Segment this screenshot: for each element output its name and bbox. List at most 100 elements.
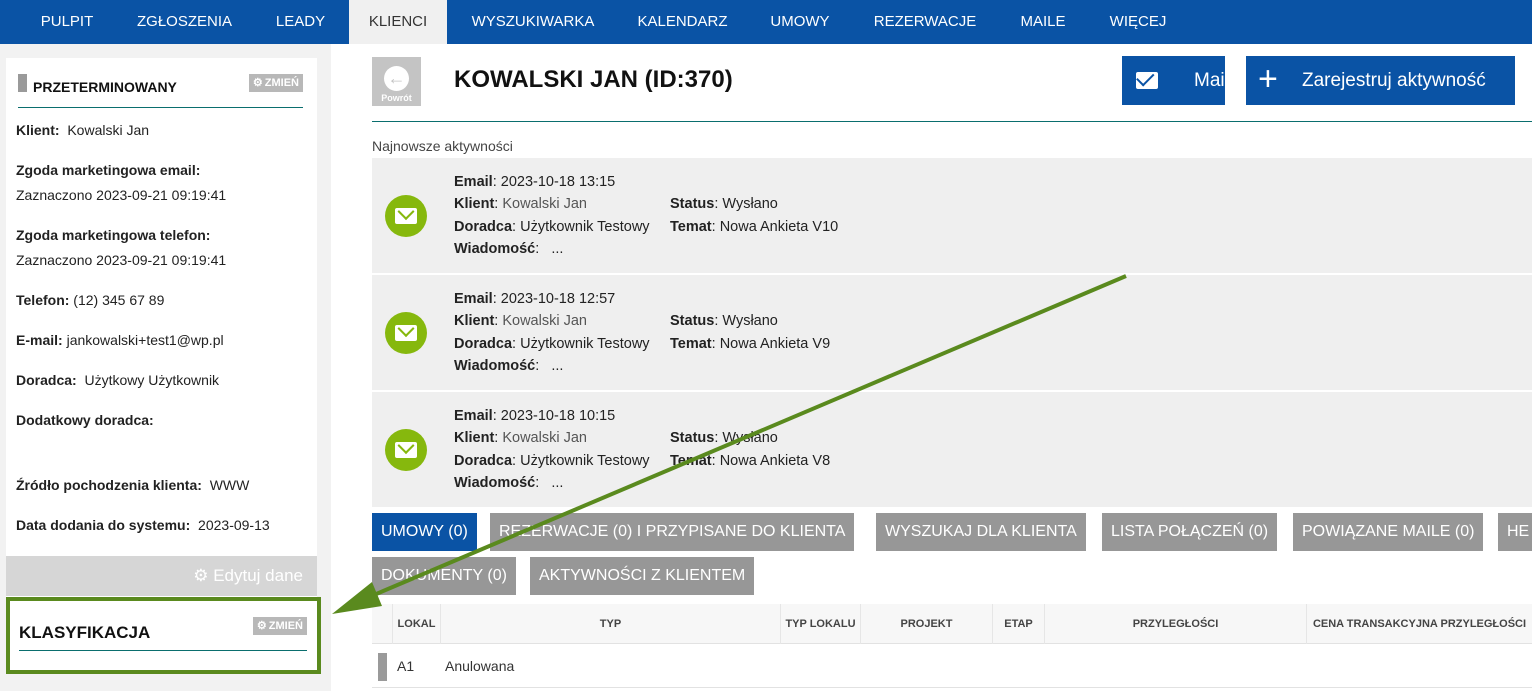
- activity-status-label: Status: [670, 313, 715, 329]
- field-marketing-email-value: Zaznaczono 2023-09-21 09:19:41: [16, 187, 227, 203]
- tab-he[interactable]: HE: [1498, 513, 1532, 551]
- field-value: Użytkowy Użytkownik: [84, 372, 220, 388]
- activity-advisor: Doradca: Użytkownik Testowy: [454, 453, 650, 469]
- field-marketing-phone-value: Zaznaczono 2023-09-21 09:19:41: [16, 252, 227, 268]
- activity-item[interactable]: Email: 2023-10-18 13:15 Klient: Kowalski…: [372, 158, 1532, 273]
- field-email: E-mail: jankowalski+test1@wp.pl: [16, 332, 224, 348]
- tab-aktywnosci[interactable]: AKTYWNOŚCI Z KLIENTEM: [530, 557, 755, 595]
- activity-email-value: 2023-10-18 10:15: [500, 408, 616, 424]
- plus-icon: +: [1258, 60, 1278, 98]
- cell-typ: Anulowana: [445, 658, 515, 674]
- field-client: Klient: Kowalski Jan: [16, 122, 149, 138]
- client-sidebar: PRZETERMINOWANY ⚙ ZMIEŃ Klient: Kowalski …: [0, 44, 331, 691]
- activity-client-label: Klient: [454, 430, 495, 446]
- activity-item[interactable]: Email: 2023-10-18 12:57 Klient: Kowalski…: [372, 275, 1532, 390]
- header-divider: [372, 121, 1532, 122]
- nav-item-wiecej[interactable]: WIĘCEJ: [1094, 0, 1182, 44]
- activity-status-value: Wysłano: [722, 196, 778, 212]
- gear-icon: ⚙: [256, 620, 267, 632]
- nav-item-leady[interactable]: LEADY: [258, 0, 343, 44]
- activity-item[interactable]: Email: 2023-10-18 10:15 Klient: Kowalski…: [372, 392, 1532, 507]
- back-button[interactable]: ← Powrót: [372, 57, 421, 106]
- activity-message-value: ...: [551, 475, 564, 491]
- envelope-icon: [385, 195, 427, 237]
- nav-item-wyszukiwarka[interactable]: WYSZUKIWARKA: [453, 0, 613, 44]
- column-header-projekt[interactable]: PROJEKT: [860, 604, 992, 644]
- klasyfikacja-header: KLASYFIKACJA ⚙ ZMIEŃ: [19, 609, 307, 651]
- column-header-typ-lokalu[interactable]: TYP LOKALU: [780, 604, 860, 644]
- field-additional-advisor: Dodatkowy doradca:: [16, 412, 154, 428]
- activity-message-value: ...: [551, 241, 564, 257]
- activity-advisor: Doradca: Użytkownik Testowy: [454, 219, 650, 235]
- column-header-cena[interactable]: CENA TRANSAKCYJNA PRZYLEGŁOŚCI: [1306, 604, 1532, 644]
- nav-item-rezerwacje[interactable]: REZERWACJE: [856, 0, 994, 44]
- activity-email-label: Email: [454, 174, 493, 190]
- table-row[interactable]: A1 Anulowana: [372, 646, 1532, 688]
- activity-advisor-label: Doradca: [454, 453, 513, 469]
- activity-subject: Temat: Nowa Ankieta V9: [670, 336, 831, 352]
- edit-data-button[interactable]: ⚙ Edytuj dane: [6, 556, 317, 596]
- activity-client-value: Kowalski Jan: [502, 196, 587, 212]
- client-details-card: PRZETERMINOWANY ⚙ ZMIEŃ Klient: Kowalski …: [6, 58, 317, 598]
- field-label: Data dodania do systemu:: [16, 517, 191, 533]
- nav-item-zgloszenia[interactable]: ZGŁOSZENIA: [122, 0, 247, 44]
- activity-client: Klient: Kowalski Jan: [454, 196, 587, 212]
- nav-item-pulpit[interactable]: PULPIT: [22, 0, 112, 44]
- tab-powiazane-maile[interactable]: POWIĄZANE MAILE (0): [1293, 513, 1484, 551]
- activity-message: Wiadomość: ...: [454, 475, 564, 491]
- column-header-lokal[interactable]: LOKAL: [392, 604, 440, 644]
- activity-subject-value: Nowa Ankieta V9: [719, 336, 831, 352]
- tab-umowy[interactable]: UMOWY (0): [372, 513, 477, 551]
- field-phone: Telefon: (12) 345 67 89: [16, 292, 164, 308]
- field-label: Zgoda marketingowa telefon:: [16, 227, 211, 243]
- activity-client-label: Klient: [454, 196, 495, 212]
- activity-subject: Temat: Nowa Ankieta V8: [670, 453, 831, 469]
- latest-activities-label: Najnowsze aktywności: [372, 138, 513, 154]
- activity-status-value: Wysłano: [722, 313, 778, 329]
- activity-message: Wiadomość: ...: [454, 241, 564, 257]
- register-activity-button[interactable]: + Zarejestruj aktywność: [1246, 56, 1515, 105]
- field-label: Telefon:: [16, 292, 70, 308]
- column-header-typ[interactable]: TYP: [440, 604, 780, 644]
- nav-item-umowy[interactable]: UMOWY: [755, 0, 845, 44]
- field-value: 2023-09-13: [198, 517, 270, 533]
- field-value: WWW: [209, 477, 250, 493]
- field-label: Źródło pochodzenia klienta:: [16, 477, 202, 493]
- field-marketing-phone: Zgoda marketingowa telefon:: [16, 227, 210, 243]
- activity-email: Email: 2023-10-18 13:15: [454, 174, 616, 190]
- field-value: jankowalski+test1@wp.pl: [66, 332, 224, 348]
- tab-rezerwacje[interactable]: REZERWACJE (0) I PRZYPISANE DO KLIENTA: [490, 513, 855, 551]
- tab-lista-polaczen[interactable]: LISTA POŁĄCZEŃ (0): [1102, 513, 1278, 551]
- tab-wyszukaj[interactable]: WYSZUKAJ DLA KLIENTA: [876, 513, 1086, 551]
- nav-item-klienci[interactable]: KLIENCI: [349, 0, 447, 44]
- mail-button[interactable]: Mail: [1122, 56, 1229, 105]
- activity-email: Email: 2023-10-18 12:57: [454, 291, 616, 307]
- mail-button-label: Mail: [1194, 70, 1229, 91]
- activity-subject-label: Temat: [670, 219, 712, 235]
- activity-status: Status: Wysłano: [670, 313, 778, 329]
- activity-status-value: Wysłano: [722, 430, 778, 446]
- field-label: Klient:: [16, 122, 60, 138]
- gear-icon: ⚙: [252, 77, 263, 89]
- activity-message: Wiadomość: ...: [454, 358, 564, 374]
- status-marker: [18, 74, 27, 92]
- activity-client-value: Kowalski Jan: [502, 430, 587, 446]
- activity-subject: Temat: Nowa Ankieta V10: [670, 219, 839, 235]
- field-label: Dodatkowy doradca:: [16, 412, 154, 428]
- activity-client: Klient: Kowalski Jan: [454, 313, 587, 329]
- column-header-etap[interactable]: ETAP: [992, 604, 1044, 644]
- activity-email-label: Email: [454, 408, 493, 424]
- activity-subject-value: Nowa Ankieta V8: [719, 453, 831, 469]
- activity-message-label: Wiadomość: [454, 475, 536, 491]
- cell-lokal: A1: [397, 658, 415, 674]
- nav-item-kalendarz[interactable]: KALENDARZ: [620, 0, 745, 44]
- change-klasyfikacja-button[interactable]: ⚙ ZMIEŃ: [252, 617, 307, 635]
- change-status-button[interactable]: ⚙ ZMIEŃ: [248, 74, 303, 92]
- tab-dokumenty[interactable]: DOKUMENTY (0): [372, 557, 516, 595]
- activity-advisor-value: Użytkownik Testowy: [520, 336, 650, 352]
- activity-email: Email: 2023-10-18 10:15: [454, 408, 616, 424]
- nav-item-maile[interactable]: MAILE: [1006, 0, 1080, 44]
- field-date-added: Data dodania do systemu: 2023-09-13: [16, 517, 270, 533]
- column-header-przyleglosci[interactable]: PRZYLEGŁOŚCI: [1044, 604, 1306, 644]
- field-source: Źródło pochodzenia klienta: WWW: [16, 477, 249, 493]
